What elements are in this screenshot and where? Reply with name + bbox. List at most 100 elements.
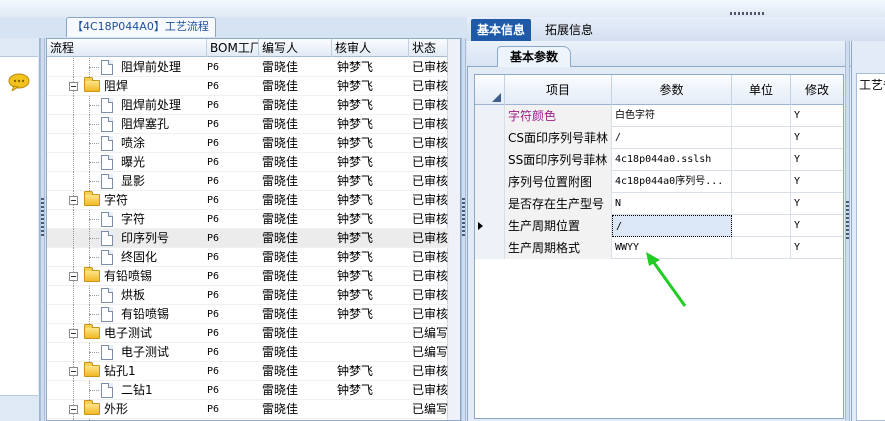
col-header-bom[interactable]: BOM工厂	[207, 39, 259, 57]
author-cell: 雷晓佳	[262, 98, 299, 112]
tree-node-label: 阻焊	[104, 79, 129, 93]
tree-row[interactable]: 阻焊塞孔 P6 雷晓佳 钟梦飞 已审核	[47, 115, 449, 134]
tab-basic-params[interactable]: 基本参数	[497, 46, 571, 68]
row-indicator[interactable]	[475, 237, 505, 259]
col-header-process[interactable]: 流程	[47, 39, 207, 57]
tree-folder-row[interactable]: 有铅喷锡 P6 雷晓佳 钟梦飞 已审核	[47, 267, 449, 286]
tab-extended-info[interactable]: 拓展信息	[539, 19, 599, 41]
author-cell: 雷晓佳	[262, 60, 299, 74]
col-header-reviewer[interactable]: 核审人	[332, 39, 409, 57]
param-value[interactable]: 4c18p044a0.sslsh	[612, 149, 732, 171]
col-header-status[interactable]: 状态	[409, 39, 449, 57]
folder-icon	[84, 191, 100, 206]
param-value[interactable]: /	[612, 215, 732, 237]
collapse-toggle-icon[interactable]	[69, 196, 78, 205]
row-indicator[interactable]	[475, 105, 505, 127]
param-unit[interactable]	[732, 193, 791, 215]
param-unit[interactable]	[732, 215, 791, 237]
row-indicator[interactable]	[475, 149, 505, 171]
tree-row[interactable]: 阻焊前处理 P6 雷晓佳 钟梦飞 已审核	[47, 58, 449, 77]
status-cell: 已审核	[412, 269, 449, 283]
tree-row[interactable]: 字符 P6 雷晓佳 钟梦飞 已审核	[47, 210, 449, 229]
param-unit[interactable]	[732, 127, 791, 149]
tree-node: 阻焊塞孔	[47, 115, 207, 134]
author-cell: 雷晓佳	[262, 231, 299, 245]
tree-row[interactable]: 二钻1 P6 雷晓佳 钟梦飞 已审核	[47, 381, 449, 400]
reviewer-cell: 钟梦飞	[337, 383, 374, 397]
collapse-toggle-icon[interactable]	[69, 82, 78, 91]
splitter-grip[interactable]	[730, 12, 764, 15]
row-indicator[interactable]	[475, 193, 505, 215]
param-modified[interactable]: Y	[791, 237, 843, 259]
collapse-toggle-icon[interactable]	[69, 367, 78, 376]
middle-splitter[interactable]	[461, 38, 466, 421]
tree-row[interactable]: 喷涂 P6 雷晓佳 钟梦飞 已审核	[47, 134, 449, 153]
col-header-modified[interactable]: 修改	[791, 75, 843, 105]
param-modified[interactable]: Y	[791, 193, 843, 215]
row-indicator[interactable]	[475, 127, 505, 149]
param-row[interactable]: 生产周期位置 / Y	[475, 215, 843, 237]
left-splitter[interactable]	[40, 38, 45, 421]
param-value[interactable]: /	[612, 127, 732, 149]
param-row[interactable]: SS面印序列号菲林 4c18p044a0.sslsh Y	[475, 149, 843, 171]
param-modified[interactable]: Y	[791, 127, 843, 149]
tree-node: 外形	[47, 400, 207, 419]
right-splitter[interactable]	[845, 41, 850, 421]
tree-row[interactable]: 有铅喷锡 P6 雷晓佳 钟梦飞 已审核	[47, 305, 449, 324]
tree-folder-row[interactable]: 外形 P6 雷晓佳 已编写	[47, 400, 449, 419]
tree-node-label: 阻焊前处理	[121, 98, 182, 112]
tree-folder-row[interactable]: 阻焊 P6 雷晓佳 钟梦飞 已审核	[47, 77, 449, 96]
tree-row[interactable]: 电子测试 P6 雷晓佳 已编写	[47, 343, 449, 362]
bom-cell: P6	[207, 233, 220, 244]
tree-folder-row[interactable]: 电子测试 P6 雷晓佳 已编写	[47, 324, 449, 343]
param-modified[interactable]: Y	[791, 171, 843, 193]
tree-folder-row[interactable]: 字符 P6 雷晓佳 钟梦飞 已审核	[47, 191, 449, 210]
bom-cell: P6	[207, 176, 220, 187]
param-row[interactable]: 字符颜色 白色字符 Y	[475, 105, 843, 127]
author-cell: 雷晓佳	[262, 174, 299, 188]
reviewer-cell: 钟梦飞	[337, 193, 374, 207]
document-icon	[101, 212, 113, 227]
collapse-toggle-icon[interactable]	[69, 405, 78, 414]
bom-cell: P6	[207, 62, 220, 73]
tree-row[interactable]: 印序列号 P6 雷晓佳 钟梦飞 已审核	[47, 229, 449, 248]
tree-row[interactable]: 烘板 P6 雷晓佳 钟梦飞 已审核	[47, 286, 449, 305]
tree-row[interactable]: 显影 P6 雷晓佳 钟梦飞 已审核	[47, 172, 449, 191]
process-tree-grid: 流程 BOM工厂 编写人 核审人 状态 阻焊前处理 P6 雷晓佳 钟梦飞 已审核 阻焊 P6…	[46, 38, 461, 421]
collapse-toggle-icon[interactable]	[69, 329, 78, 338]
process-panel-tab[interactable]: 【4C18P044A0】工艺流程	[66, 17, 216, 37]
param-row[interactable]: CS面印序列号菲林 / Y	[475, 127, 843, 149]
tree-row[interactable]: 阻焊前处理 P6 雷晓佳 钟梦飞 已审核	[47, 96, 449, 115]
col-header-author[interactable]: 编写人	[259, 39, 332, 57]
tab-basic-info[interactable]: 基本信息	[471, 19, 532, 41]
row-indicator[interactable]	[475, 215, 505, 237]
author-cell: 雷晓佳	[262, 212, 299, 226]
collapse-toggle-icon[interactable]	[69, 272, 78, 281]
author-cell: 雷晓佳	[262, 383, 299, 397]
tree-folder-row[interactable]: 钻孔1 P6 雷晓佳 钟梦飞 已审核	[47, 362, 449, 381]
param-unit[interactable]	[732, 237, 791, 259]
row-indicator[interactable]	[475, 171, 505, 193]
param-unit[interactable]	[732, 171, 791, 193]
param-value[interactable]: 4c18p044a0序列号...	[612, 171, 732, 193]
col-header-param[interactable]: 参数	[612, 75, 732, 105]
author-cell: 雷晓佳	[262, 117, 299, 131]
param-unit[interactable]	[732, 105, 791, 127]
col-header-item[interactable]: 项目	[505, 75, 612, 105]
reviewer-cell: 钟梦飞	[337, 250, 374, 264]
col-header-unit[interactable]: 单位	[732, 75, 791, 105]
row-indicator-header[interactable]	[475, 75, 505, 105]
param-modified[interactable]: Y	[791, 215, 843, 237]
tree-node-label: 二钻1	[121, 383, 153, 397]
param-unit[interactable]	[732, 149, 791, 171]
param-row[interactable]: 是否存在生产型号 N Y	[475, 193, 843, 215]
chat-bubble-icon[interactable]	[8, 73, 30, 91]
param-value[interactable]: N	[612, 193, 732, 215]
tree-row[interactable]: 曝光 P6 雷晓佳 钟梦飞 已审核	[47, 153, 449, 172]
param-modified[interactable]: Y	[791, 149, 843, 171]
param-value[interactable]: 白色字符	[612, 105, 732, 127]
param-row[interactable]: 序列号位置附图 4c18p044a0序列号... Y	[475, 171, 843, 193]
param-modified[interactable]: Y	[791, 105, 843, 127]
tree-row[interactable]: 终固化 P6 雷晓佳 钟梦飞 已审核	[47, 248, 449, 267]
reviewer-cell: 钟梦飞	[337, 98, 374, 112]
